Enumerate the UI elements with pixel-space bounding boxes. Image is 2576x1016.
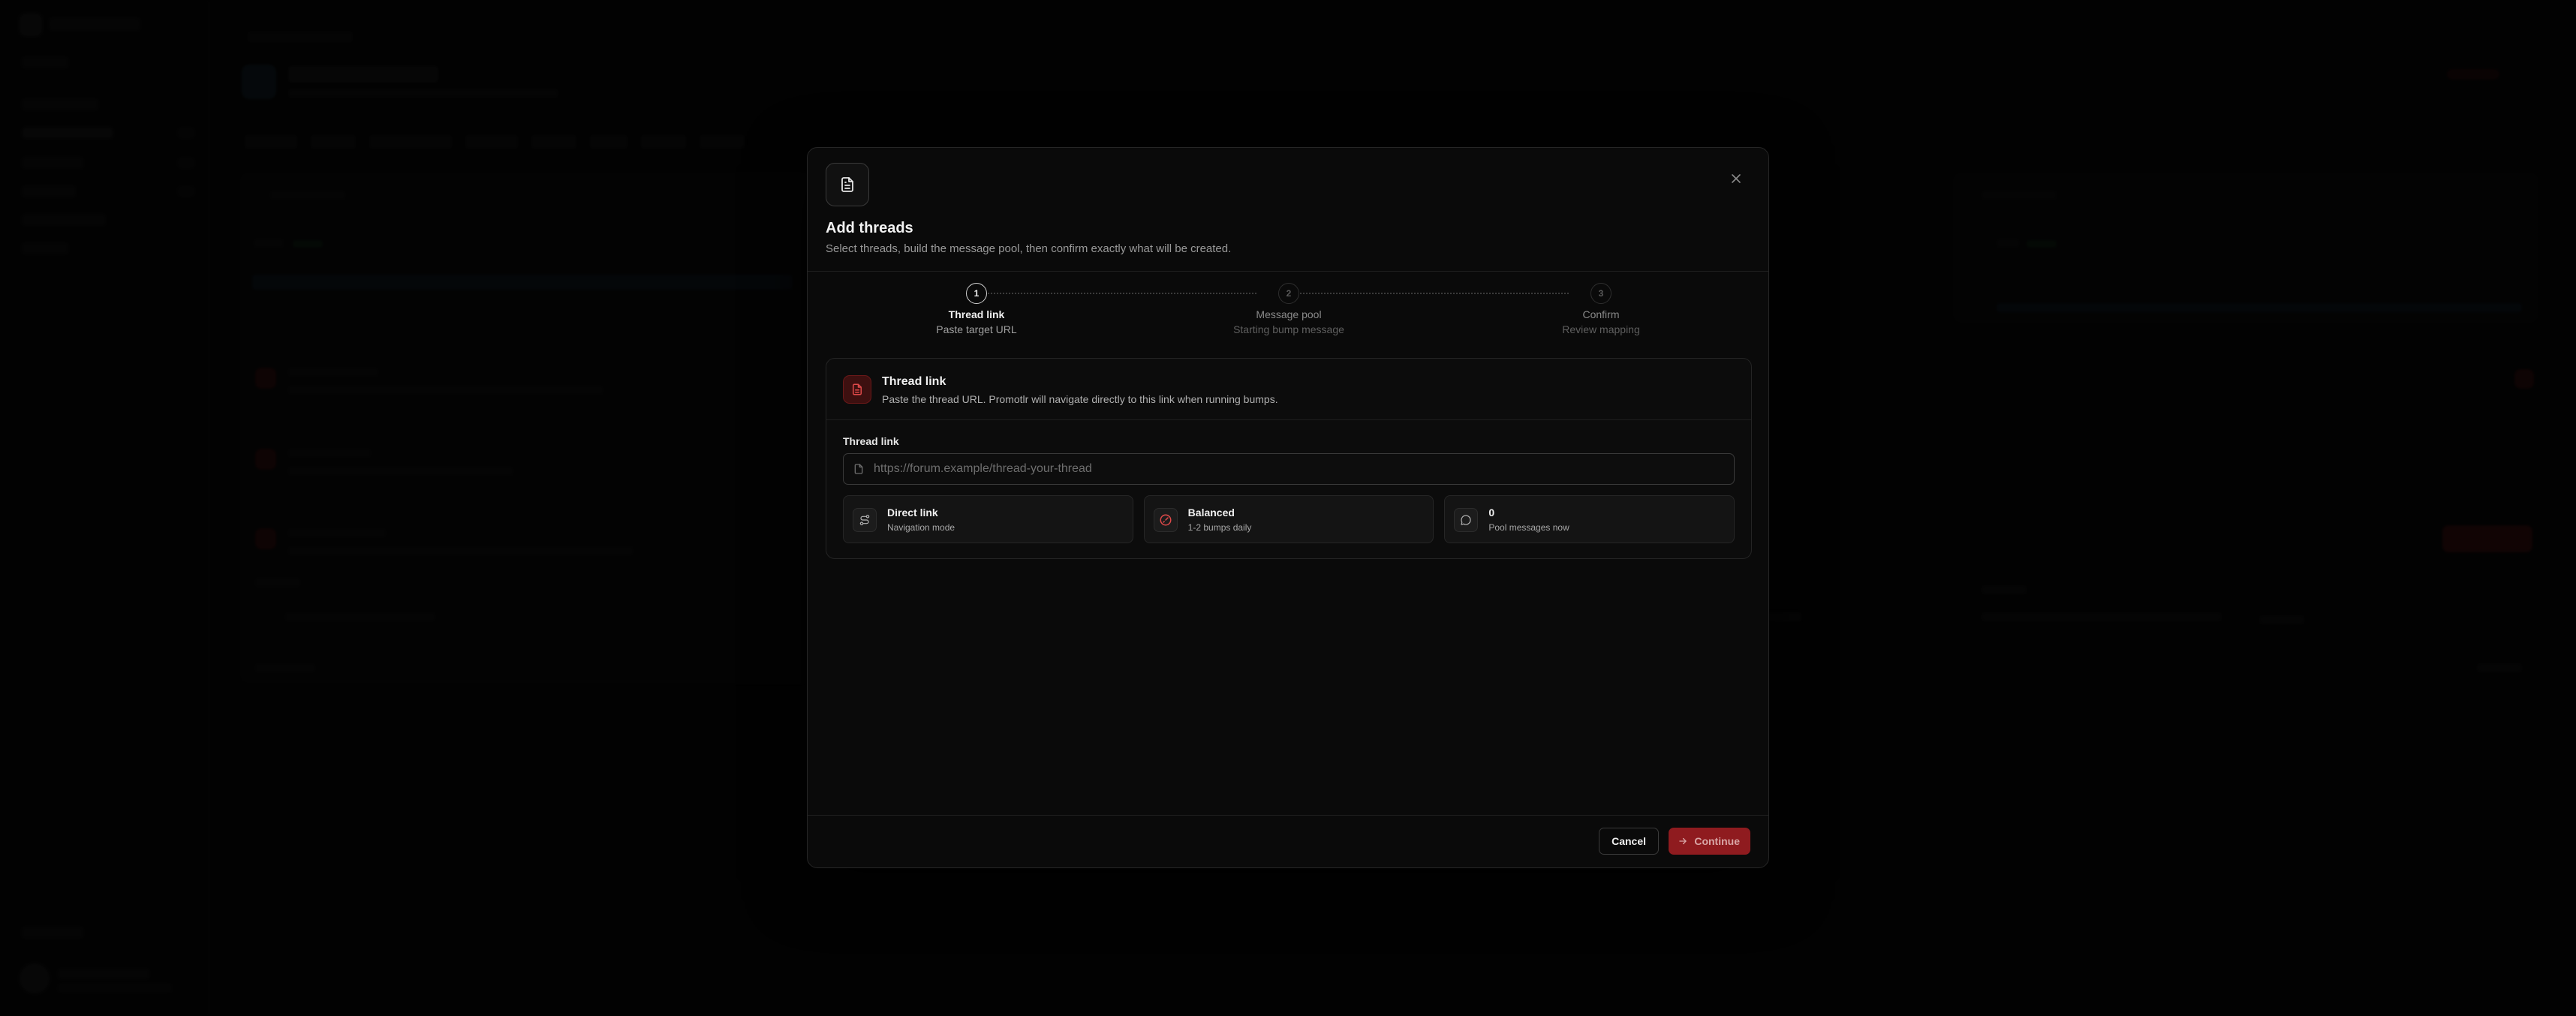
step-label: Message pool	[1256, 308, 1322, 320]
step-sublabel: Review mapping	[1562, 323, 1640, 335]
card-description: Paste the thread URL. Promotlr will navi…	[882, 393, 1278, 405]
step-number: 2	[1278, 283, 1299, 304]
card-title: Thread link	[882, 375, 946, 388]
stat-subtitle: Navigation mode	[887, 522, 955, 533]
step-sublabel: Paste target URL	[936, 323, 1017, 335]
modal-footer: Cancel Continue	[808, 815, 1768, 867]
stat-direct-link: Direct link Navigation mode	[843, 495, 1133, 543]
document-icon	[826, 163, 869, 206]
arrow-right-icon	[1679, 837, 1687, 845]
stat-title: 0	[1488, 506, 1495, 519]
stat-pool-messages: 0 Pool messages now	[1444, 495, 1735, 543]
step-confirm[interactable]: 3 Confirm Review mapping	[1511, 280, 1691, 335]
stat-balanced: Balanced 1-2 bumps daily	[1143, 495, 1434, 543]
thread-link-input-wrapper[interactable]	[843, 453, 1735, 485]
document-icon	[843, 375, 871, 404]
stat-row: Direct link Navigation mode Balanced 1-2…	[843, 495, 1735, 543]
add-threads-modal: Add threads Select threads, build the me…	[807, 147, 1769, 868]
stat-subtitle: Pool messages now	[1488, 522, 1569, 533]
modal-title: Add threads	[826, 220, 913, 236]
step-thread-link[interactable]: 1 Thread link Paste target URL	[886, 280, 1067, 335]
gauge-icon	[1153, 508, 1178, 532]
message-icon	[1454, 508, 1479, 532]
close-icon	[1732, 174, 1741, 183]
step-sublabel: Starting bump message	[1233, 323, 1344, 335]
file-icon	[844, 463, 874, 475]
continue-label: Continue	[1694, 835, 1740, 847]
step-message-pool[interactable]: 2 Message pool Starting bump message	[1199, 280, 1379, 335]
step-label: Thread link	[948, 308, 1005, 320]
stat-subtitle: 1-2 bumps daily	[1187, 522, 1252, 533]
route-icon	[853, 508, 877, 532]
modal-header: Add threads Select threads, build the me…	[808, 148, 1768, 272]
stepper: 1 Thread link Paste target URL 2 Message…	[808, 280, 1768, 340]
card-header: Thread link Paste the thread URL. Promot…	[826, 359, 1751, 420]
thread-link-input[interactable]	[874, 454, 1734, 484]
thread-link-card: Thread link Paste the thread URL. Promot…	[826, 358, 1752, 559]
cancel-button[interactable]: Cancel	[1599, 828, 1659, 855]
thread-link-label: Thread link	[843, 435, 899, 447]
step-number: 3	[1590, 283, 1612, 304]
modal-description: Select threads, build the message pool, …	[826, 242, 1232, 255]
step-number: 1	[966, 283, 987, 304]
step-label: Confirm	[1582, 308, 1620, 320]
continue-button[interactable]: Continue	[1669, 828, 1750, 855]
stat-title: Balanced	[1187, 506, 1235, 519]
close-button[interactable]	[1725, 167, 1747, 190]
stat-title: Direct link	[887, 506, 938, 519]
